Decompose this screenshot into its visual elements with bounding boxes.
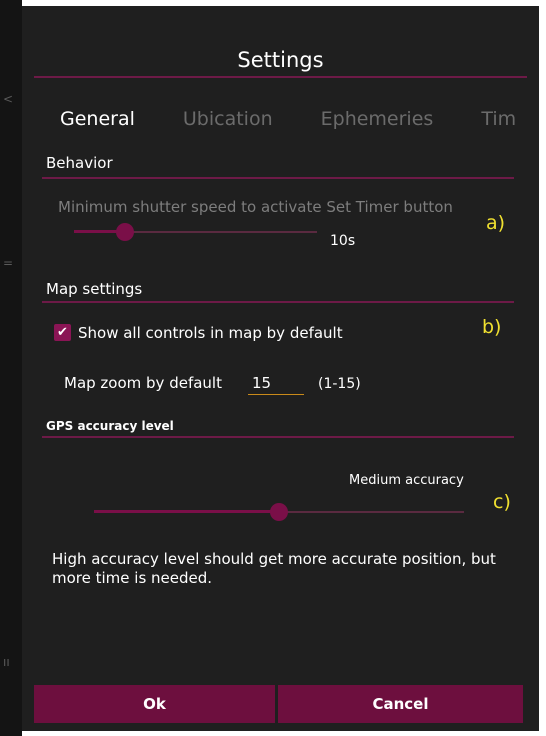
background-glyph: <: [3, 92, 14, 106]
map-settings-section-title: Map settings: [46, 280, 143, 298]
behavior-section-title: Behavior: [46, 154, 113, 172]
gps-accuracy-info: High accuracy level should get more accu…: [52, 550, 496, 587]
gps-accuracy-value: Medium accuracy: [349, 473, 464, 488]
show-controls-checkbox[interactable]: ✔: [54, 324, 71, 341]
map-settings-divider: [42, 301, 514, 303]
tab-time[interactable]: Tim: [481, 108, 516, 130]
dialog-title: Settings: [237, 48, 324, 72]
map-zoom-label: Map zoom by default: [64, 374, 222, 392]
map-zoom-range: (1-15): [318, 376, 361, 392]
settings-dialog: Settings General Ubication Ephemeries Tim B…: [22, 6, 539, 731]
annotation-c: c): [493, 491, 511, 513]
map-zoom-input[interactable]: [248, 372, 304, 395]
tab-bar: General Ubication Ephemeries Tim: [60, 108, 539, 130]
background-glyph: ıı: [3, 655, 10, 669]
cancel-button[interactable]: Cancel: [278, 685, 523, 723]
shutter-speed-slider-thumb[interactable]: [116, 223, 135, 241]
annotation-b: b): [482, 316, 502, 338]
tab-ephemeries[interactable]: Ephemeries: [321, 108, 434, 130]
gps-accuracy-slider-fill: [94, 510, 279, 513]
gps-accuracy-section-title: GPS accuracy level: [46, 419, 174, 433]
shutter-speed-description: Minimum shutter speed to activate Set Ti…: [58, 198, 453, 216]
shutter-speed-value: 10s: [330, 233, 356, 249]
gps-accuracy-divider: [42, 436, 514, 438]
title-divider: [34, 76, 527, 78]
background-window-edge: < = ıı: [0, 0, 22, 736]
annotation-a: a): [486, 212, 506, 234]
behavior-divider: [42, 177, 514, 179]
page-background: [539, 0, 546, 736]
tab-general[interactable]: General: [60, 108, 135, 130]
background-glyph: =: [3, 256, 14, 270]
gps-accuracy-slider-thumb[interactable]: [270, 503, 288, 521]
ok-button[interactable]: Ok: [34, 685, 275, 723]
show-controls-label[interactable]: Show all controls in map by default: [78, 324, 343, 342]
tab-ubication[interactable]: Ubication: [183, 108, 273, 130]
